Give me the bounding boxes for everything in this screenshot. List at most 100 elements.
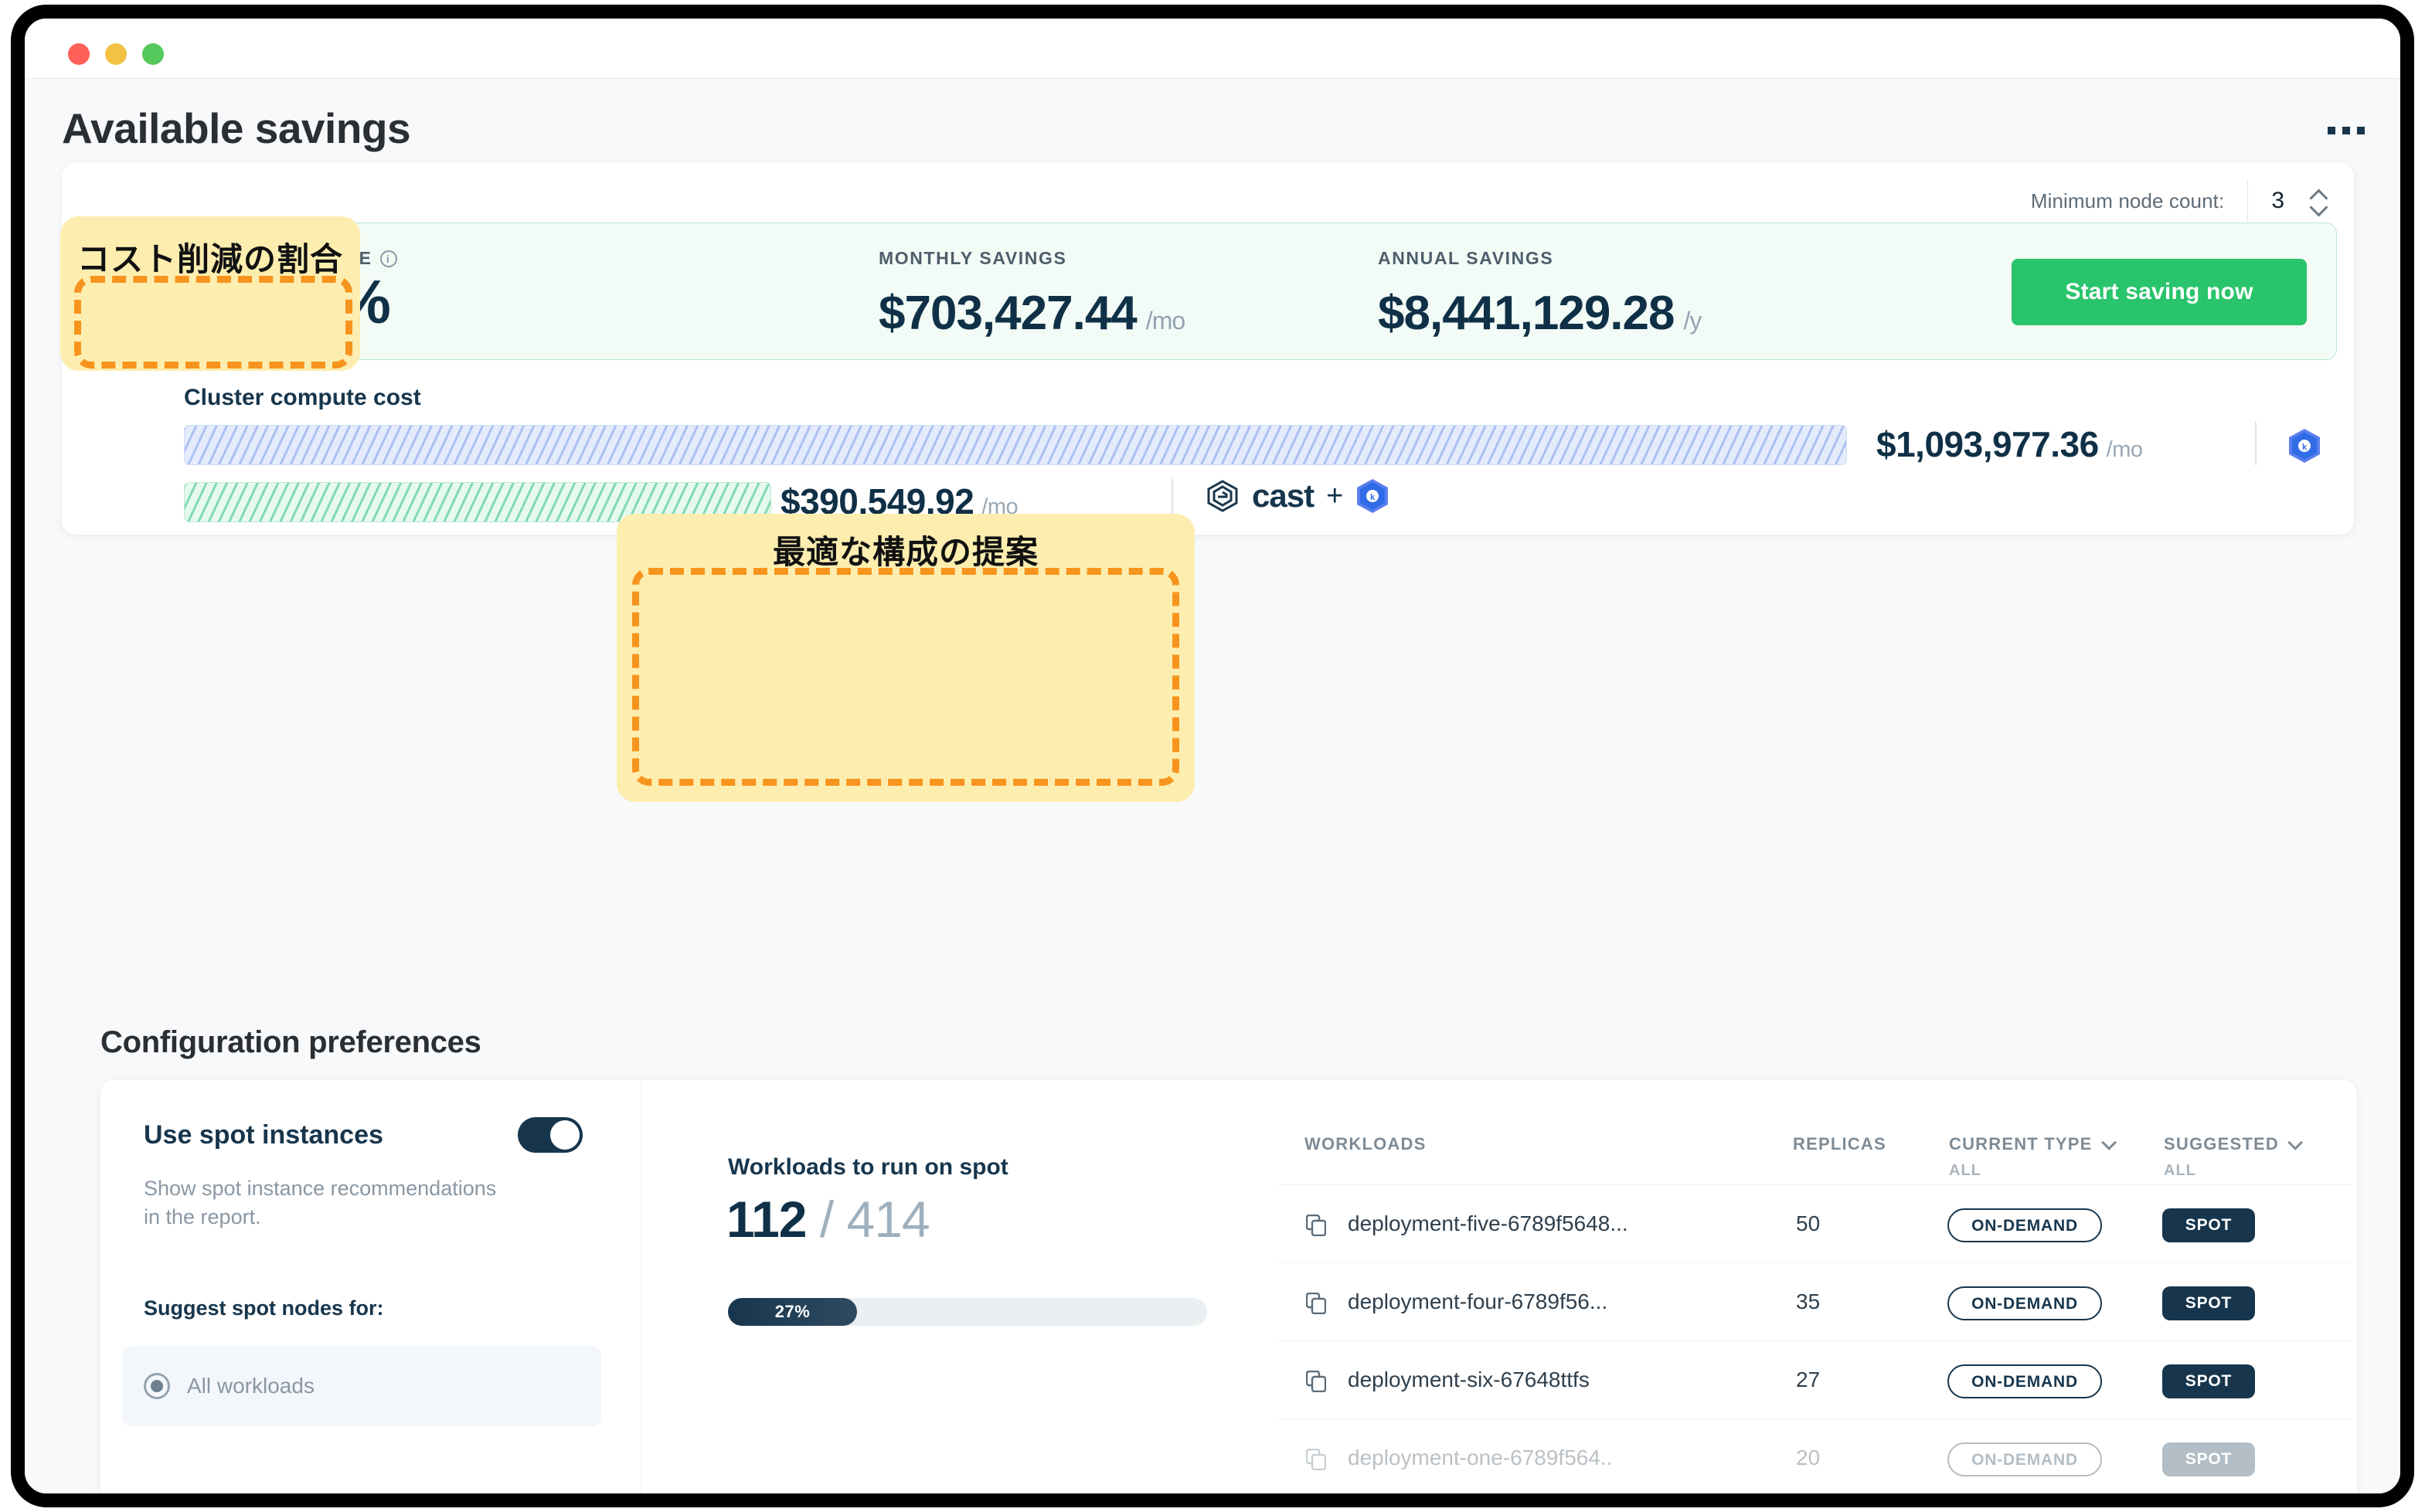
annotation-label: 最適な構成の提案 bbox=[772, 534, 1039, 570]
workload-replicas: 50 bbox=[1796, 1211, 1821, 1235]
copy-icon[interactable] bbox=[1306, 1449, 1326, 1470]
monthly-savings-unit: /mo bbox=[1145, 307, 1185, 335]
info-icon[interactable]: i bbox=[379, 250, 397, 267]
copy-icon[interactable] bbox=[1306, 1215, 1326, 1236]
kebab-dot bbox=[2328, 127, 2335, 134]
current-type-badge: ON-DEMAND bbox=[1947, 1286, 2102, 1320]
annual-savings-unit: /y bbox=[1683, 307, 1702, 335]
column-header-workloads[interactable]: WORKLOADS bbox=[1304, 1134, 1426, 1154]
column-header-label: CURRENT TYPE bbox=[1949, 1134, 2093, 1154]
annotation-highlight-box-savings-percent bbox=[74, 276, 352, 369]
window-titlebar bbox=[25, 19, 2400, 79]
column-header-suggested[interactable]: SUGGESTED ALL bbox=[2164, 1134, 2303, 1180]
workload-name: deployment-one-6789f564.. bbox=[1348, 1446, 1613, 1470]
annual-savings-value: $8,441,129.28 bbox=[1378, 287, 1675, 340]
savings-banner: YOU CAN SAVE i 64.3% MONTHLY SAVINGS $70… bbox=[79, 223, 2337, 360]
workload-name: deployment-six-67648ttfs bbox=[1348, 1368, 1590, 1391]
annual-savings-metric: ANNUAL SAVINGS $8,441,129.28/y bbox=[1378, 248, 1702, 341]
suggested-type-badge: SPOT bbox=[2162, 1286, 2255, 1320]
table-row[interactable]: deployment-five-6789f5648... 50 ON-DEMAN… bbox=[1277, 1185, 2354, 1263]
current-cost-bar bbox=[184, 425, 1847, 465]
copy-icon[interactable] bbox=[1306, 1371, 1326, 1392]
monthly-savings-label: MONTHLY SAVINGS bbox=[879, 248, 1067, 268]
monthly-savings-metric: MONTHLY SAVINGS $703,427.44/mo bbox=[879, 248, 1185, 341]
column-filter-value: ALL bbox=[2164, 1162, 2196, 1179]
cast-brand-label: cast bbox=[1252, 477, 1315, 514]
current-type-badge: ON-DEMAND bbox=[1947, 1364, 2102, 1398]
radio-button-icon[interactable] bbox=[144, 1373, 170, 1399]
use-spot-instances-panel: Use spot instances Show spot instance re… bbox=[100, 1080, 641, 1493]
radio-option-all-workloads[interactable]: All workloads bbox=[122, 1346, 601, 1426]
svg-text:k: k bbox=[2302, 443, 2308, 452]
divider bbox=[2247, 180, 2249, 222]
chevron-down-icon[interactable] bbox=[2100, 1134, 2117, 1150]
current-type-badge: ON-DEMAND bbox=[1947, 1208, 2102, 1242]
current-cost-unit: /mo bbox=[2106, 437, 2143, 462]
suggest-spot-nodes-label: Suggest spot nodes for: bbox=[144, 1296, 384, 1320]
workloads-spot-current: 112 bbox=[726, 1191, 807, 1248]
use-spot-instances-description: Show spot instance recommendations in th… bbox=[144, 1177, 497, 1229]
column-filter-value: ALL bbox=[1949, 1162, 1981, 1179]
workload-name: deployment-five-6789f5648... bbox=[1348, 1211, 1628, 1235]
annotation-highlight-box-workloads-table bbox=[632, 568, 1179, 786]
window-close-button[interactable] bbox=[68, 43, 90, 65]
column-header-current-type[interactable]: CURRENT TYPE ALL bbox=[1949, 1134, 2117, 1180]
page-content: Available savings Minimum node count: 3 bbox=[25, 79, 2400, 1493]
suggested-type-badge: SPOT bbox=[2162, 1208, 2255, 1242]
minimum-node-count-control[interactable]: Minimum node count: 3 bbox=[2031, 173, 2328, 229]
annual-savings-label: ANNUAL SAVINGS bbox=[1378, 248, 1554, 268]
spot-progress-fill: 27% bbox=[728, 1298, 857, 1326]
suggested-type-badge: SPOT bbox=[2162, 1442, 2255, 1476]
cast-ai-logo-icon bbox=[1207, 480, 1238, 512]
workloads-spot-separator: / bbox=[819, 1191, 834, 1248]
start-saving-now-button[interactable]: Start saving now bbox=[2012, 259, 2307, 325]
workloads-spot-count: 112 / 414 bbox=[726, 1190, 930, 1249]
chevron-down-icon[interactable] bbox=[2311, 204, 2328, 212]
kebab-dot bbox=[2357, 127, 2365, 134]
kubernetes-icon: k bbox=[1357, 479, 1389, 513]
page-title: Available savings bbox=[62, 104, 411, 152]
use-spot-instances-toggle[interactable] bbox=[518, 1117, 583, 1153]
chevron-up-icon[interactable] bbox=[2311, 190, 2328, 199]
table-row[interactable]: deployment-six-67648ttfs 27 ON-DEMAND SP… bbox=[1277, 1341, 2354, 1419]
available-savings-card: Minimum node count: 3 i MONTHLY SAVINGS … bbox=[62, 162, 2354, 535]
table-row[interactable]: deployment-one-6789f564.. 20 ON-DEMAND S… bbox=[1277, 1419, 2354, 1493]
suggested-type-badge: SPOT bbox=[2162, 1364, 2255, 1398]
annual-savings-value-group: $8,441,129.28/y bbox=[1378, 286, 1702, 341]
node-count-stepper[interactable] bbox=[2311, 190, 2328, 212]
current-cost-value: $1,093,977.36 bbox=[1876, 424, 2099, 464]
workload-replicas: 20 bbox=[1796, 1446, 1821, 1470]
use-spot-instances-title: Use spot instances bbox=[144, 1120, 383, 1150]
column-header-replicas[interactable]: REPLICAS bbox=[1793, 1134, 1886, 1154]
window-minimize-button[interactable] bbox=[105, 43, 127, 65]
copy-icon[interactable] bbox=[1306, 1293, 1326, 1314]
monthly-savings-value-group: $703,427.44/mo bbox=[879, 286, 1185, 341]
window-zoom-button[interactable] bbox=[142, 43, 164, 65]
cast-plus-kubernetes-logo-group: cast + k bbox=[1206, 477, 1389, 515]
cluster-compute-cost-title: Cluster compute cost bbox=[184, 385, 421, 410]
svg-text:k: k bbox=[1370, 493, 1376, 502]
column-header-label: REPLICAS bbox=[1793, 1134, 1886, 1154]
kebab-menu-icon[interactable] bbox=[2328, 127, 2365, 134]
current-type-badge: ON-DEMAND bbox=[1947, 1442, 2102, 1476]
workload-replicas: 27 bbox=[1796, 1368, 1821, 1391]
plus-symbol: + bbox=[1326, 479, 1344, 512]
workload-name: deployment-four-6789f56... bbox=[1348, 1289, 1608, 1313]
minimum-node-count-value: 3 bbox=[2271, 188, 2284, 213]
column-header-label: WORKLOADS bbox=[1304, 1134, 1427, 1154]
configuration-preferences-title: Configuration preferences bbox=[100, 1025, 481, 1059]
table-row[interactable]: deployment-four-6789f56... 35 ON-DEMAND … bbox=[1277, 1263, 2354, 1341]
monthly-savings-value: $703,427.44 bbox=[879, 287, 1138, 340]
workloads-suggestions-table: WORKLOADS REPLICAS CURRENT TYPE ALL SUGG… bbox=[1277, 1111, 2354, 1493]
kubernetes-icon: k bbox=[2289, 429, 2320, 463]
workload-replicas: 35 bbox=[1796, 1289, 1821, 1313]
workloads-to-run-on-spot-panel: Workloads to run on spot 112 / 414 27% bbox=[641, 1080, 1275, 1493]
divider bbox=[2255, 422, 2257, 465]
spot-progress-bar: 27% bbox=[728, 1298, 1207, 1326]
chevron-down-icon[interactable] bbox=[2287, 1134, 2303, 1150]
annotation-label: コスト削減の割合 bbox=[77, 241, 343, 277]
table-header-row: WORKLOADS REPLICAS CURRENT TYPE ALL SUGG… bbox=[1277, 1111, 2354, 1185]
minimum-node-count-label: Minimum node count: bbox=[2030, 189, 2225, 212]
browser-window: Available savings Minimum node count: 3 bbox=[11, 5, 2414, 1507]
workloads-spot-total: 414 bbox=[846, 1191, 930, 1248]
